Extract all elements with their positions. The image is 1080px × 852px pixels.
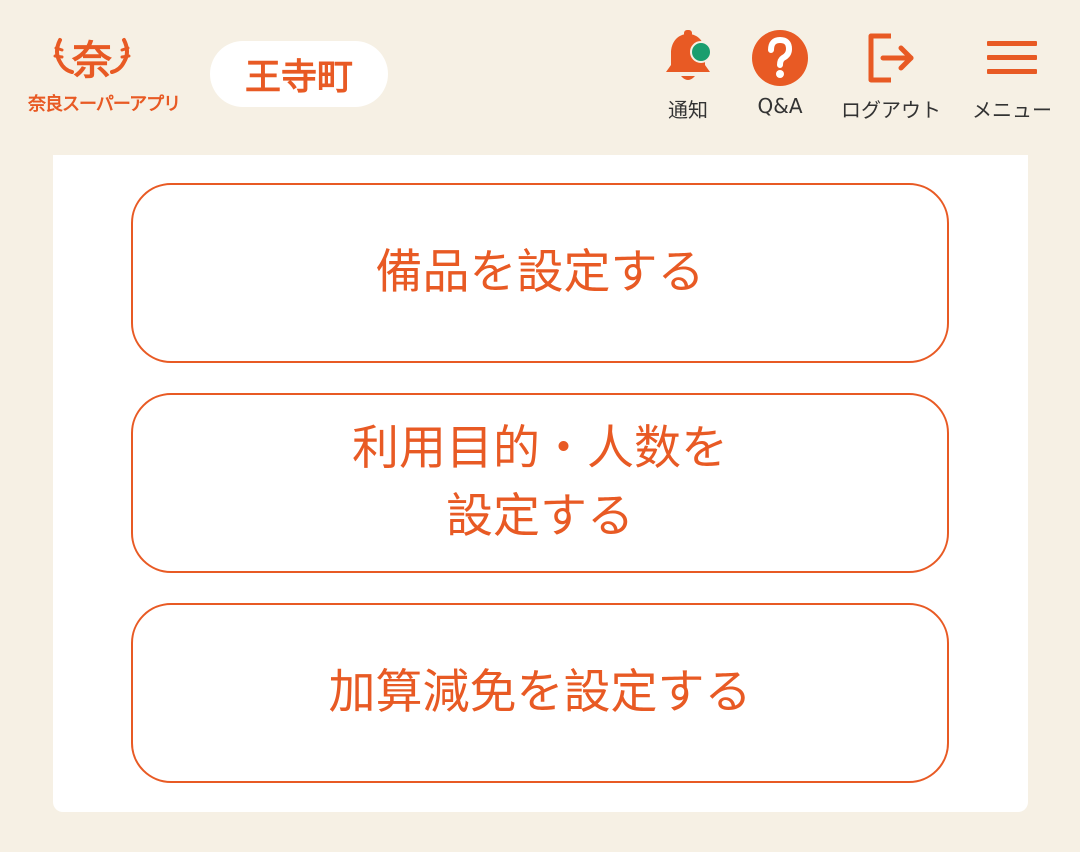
question-icon xyxy=(752,30,808,86)
area-name-badge[interactable]: 王寺町 xyxy=(210,41,388,107)
purpose-headcount-label-line2: 設定する xyxy=(446,489,634,544)
deer-antler-logo-icon: 奈 xyxy=(53,38,131,84)
settings-panel: 備品を設定する 利用目的・人数を 設定する 加算減免を設定する xyxy=(53,155,1028,812)
equipment-settings-label: 備品を設定する xyxy=(375,245,705,300)
surcharge-discount-label: 加算減免を設定する xyxy=(328,665,752,720)
nav-label-logout: ログアウト xyxy=(841,98,941,122)
purpose-headcount-label-line1: 利用目的・人数を xyxy=(352,421,728,476)
logout-icon xyxy=(868,33,914,83)
logo-mark-text: 奈 xyxy=(71,38,112,84)
app-logo[interactable]: 奈 奈良スーパーアプリ xyxy=(28,32,181,116)
purpose-headcount-settings-button[interactable]: 利用目的・人数を 設定する xyxy=(131,393,949,573)
notification-button[interactable]: 通知 xyxy=(657,28,719,128)
nav-label-menu: メニュー xyxy=(972,98,1052,122)
logout-button[interactable]: ログアウト xyxy=(838,28,944,128)
qa-button[interactable]: Q&A xyxy=(749,28,811,128)
app-header: 奈 奈良スーパーアプリ 王寺町 通知 Q&A ログアウト メニュー xyxy=(0,0,1080,150)
hamburger-menu-icon xyxy=(987,41,1037,74)
menu-button[interactable]: メニュー xyxy=(968,28,1056,128)
nav-label-qa: Q&A xyxy=(757,94,803,118)
equipment-settings-button[interactable]: 備品を設定する xyxy=(131,183,949,363)
notification-badge xyxy=(690,41,712,63)
bell-icon xyxy=(666,30,712,80)
nav-label-notification: 通知 xyxy=(668,98,708,122)
logo-text: 奈良スーパーアプリ xyxy=(28,94,181,115)
surcharge-discount-settings-button[interactable]: 加算減免を設定する xyxy=(131,603,949,783)
